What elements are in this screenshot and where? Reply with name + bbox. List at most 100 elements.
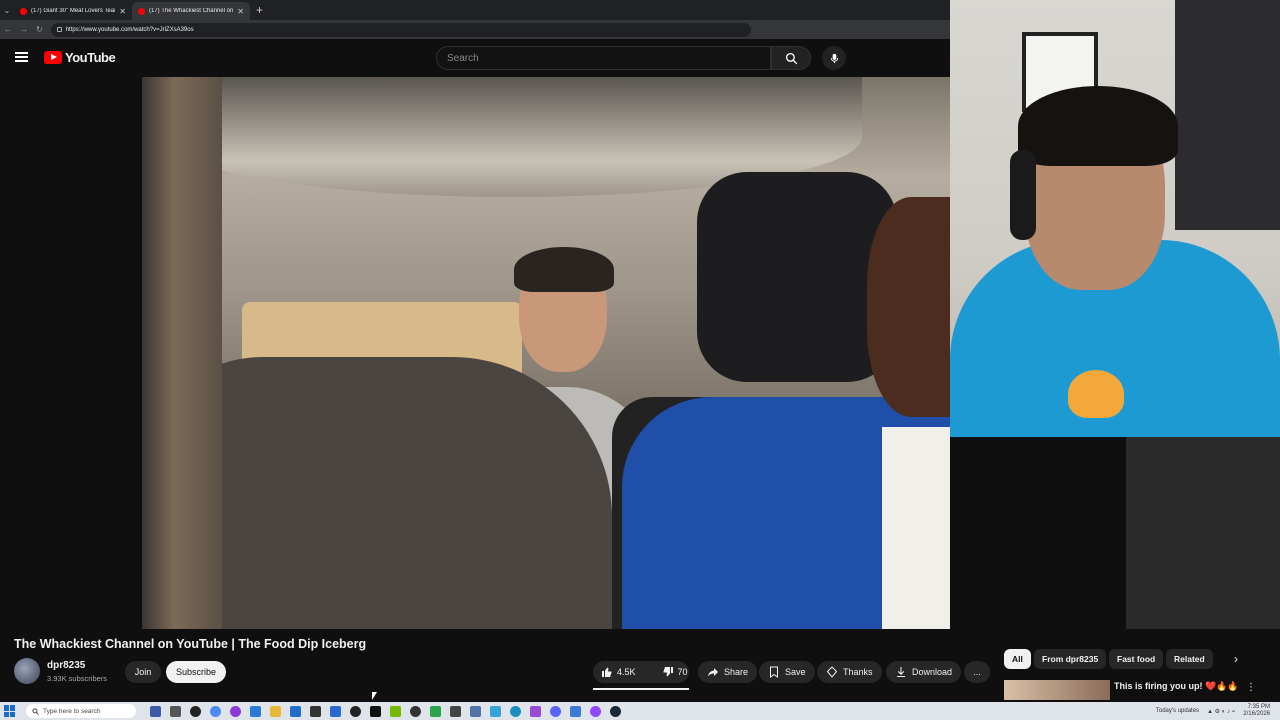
- site-info-icon[interactable]: [56, 27, 62, 32]
- browser-tab-strip: ⌄ (17) Giant 30" Meat Lovers Team C ✕ (1…: [0, 0, 950, 20]
- chevron-right-icon[interactable]: ›: [1234, 652, 1238, 666]
- taskbar-search-input[interactable]: Type here to search: [26, 704, 136, 718]
- dislike-count: 70: [677, 667, 688, 677]
- video-title: The Whackiest Channel on YouTube | The F…: [14, 637, 367, 651]
- edge-icon[interactable]: [290, 705, 301, 717]
- clock[interactable]: 7:35 PM 2/16/2026: [1243, 704, 1270, 718]
- app-icon[interactable]: [190, 705, 201, 717]
- like-dislike-group: 4.5K 70: [593, 661, 689, 683]
- save-icon: [770, 666, 778, 678]
- windows-start-icon[interactable]: [4, 705, 16, 717]
- video-frame-person-hair: [514, 247, 614, 292]
- tray-icons[interactable]: ▲ ⚙ ◐ ♪ ⌁: [1207, 708, 1235, 715]
- youtube-logo[interactable]: YouTube: [44, 50, 116, 65]
- search-button[interactable]: [771, 46, 811, 70]
- like-button[interactable]: 4.5K: [593, 661, 644, 683]
- app-icon[interactable]: [370, 705, 381, 717]
- like-count: 4.5K: [617, 667, 636, 677]
- youtube-header: YouTube Search: [0, 39, 950, 77]
- tab-search-icon[interactable]: ⌄: [0, 6, 14, 15]
- channel-avatar[interactable]: [14, 658, 40, 684]
- chip-from-channel[interactable]: From dpr8235: [1034, 649, 1107, 669]
- chip-related[interactable]: Related: [1166, 649, 1213, 669]
- like-underline: [593, 688, 689, 690]
- app-icon[interactable]: [530, 705, 541, 717]
- new-tab-icon[interactable]: +: [256, 3, 263, 17]
- app-icon[interactable]: [430, 705, 441, 717]
- youtube-play-icon: [44, 51, 62, 64]
- discord-icon[interactable]: [550, 705, 561, 717]
- thanks-icon: [826, 666, 838, 678]
- url-field[interactable]: https://www.youtube.com/watch?v=JrlZXsA3…: [50, 22, 751, 37]
- app-icon[interactable]: [570, 705, 581, 717]
- chrome-icon[interactable]: [210, 705, 221, 717]
- logo-text: YouTube: [65, 50, 116, 65]
- browser-tab-1[interactable]: (17) Giant 30" Meat Lovers Team C ✕: [14, 2, 132, 20]
- share-label: Share: [724, 667, 749, 677]
- video-player[interactable]: [142, 77, 950, 629]
- webcam-overlay: [950, 0, 1280, 437]
- address-bar: ← → ↻ https://www.youtube.com/watch?v=Jr…: [0, 20, 950, 39]
- save-button[interactable]: Save: [759, 661, 815, 683]
- url-text: https://www.youtube.com/watch?v=JrlZXsA3…: [65, 26, 194, 33]
- video-frame-driver-head: [142, 77, 222, 629]
- flag-app-icon[interactable]: [150, 705, 161, 717]
- tab-close-icon[interactable]: ✕: [237, 7, 244, 16]
- chip-fast-food[interactable]: Fast food: [1109, 649, 1164, 669]
- app-icon[interactable]: [470, 705, 481, 717]
- youtube-favicon-icon: [138, 7, 145, 15]
- system-tray: Today's updates ▲ ⚙ ◐ ♪ ⌁ 7:35 PM 2/16/2…: [1156, 702, 1270, 720]
- back-icon[interactable]: ←: [4, 25, 12, 34]
- thanks-label: Thanks: [843, 667, 873, 677]
- download-button[interactable]: Download: [886, 661, 962, 683]
- voice-search-button[interactable]: [822, 46, 846, 70]
- search-input[interactable]: Search: [436, 46, 771, 70]
- shirt-graphic: [1068, 370, 1124, 418]
- webcam-person-hair: [1018, 86, 1178, 166]
- video-frame-person-shirt: [882, 427, 950, 629]
- store-icon[interactable]: [330, 705, 341, 717]
- app-icon[interactable]: [310, 705, 321, 717]
- hamburger-menu-icon[interactable]: [15, 52, 28, 62]
- recommendation-title[interactable]: This is firing you up! ❤️🔥🔥: [1114, 681, 1239, 692]
- app-icon[interactable]: [230, 705, 241, 717]
- tab-title: (17) The Whackiest Channel on: [149, 8, 234, 14]
- recommendation-menu-icon[interactable]: ⋮: [1246, 682, 1256, 693]
- nvidia-icon[interactable]: [390, 705, 401, 717]
- join-button[interactable]: Join: [125, 661, 161, 683]
- channel-name[interactable]: dpr8235: [47, 660, 85, 671]
- microphone-icon: [830, 53, 838, 63]
- reload-icon[interactable]: ↻: [36, 25, 43, 34]
- news-widget[interactable]: Today's updates: [1156, 708, 1199, 714]
- app-icon[interactable]: [450, 705, 461, 717]
- twitch-icon[interactable]: [590, 705, 601, 717]
- tab-close-icon[interactable]: ✕: [119, 7, 126, 16]
- taskbar-apps: [150, 705, 621, 717]
- share-icon: [708, 668, 718, 677]
- download-label: Download: [912, 667, 953, 677]
- file-explorer-icon[interactable]: [270, 705, 281, 717]
- app-icon[interactable]: [490, 705, 501, 717]
- youtube-favicon-icon: [20, 7, 27, 15]
- app-icon[interactable]: [510, 705, 521, 717]
- app-icon[interactable]: [410, 705, 421, 717]
- subscriber-count: 3.93K subscribers: [47, 674, 108, 683]
- more-actions-button[interactable]: ...: [964, 661, 990, 683]
- task-view-icon[interactable]: [170, 705, 181, 717]
- forward-icon[interactable]: →: [20, 25, 28, 34]
- taskbar-search-placeholder: Type here to search: [43, 707, 101, 715]
- app-icon[interactable]: [250, 705, 261, 717]
- recommendation-thumbnail[interactable]: [1004, 680, 1110, 700]
- clock-date: 2/16/2026: [1243, 711, 1270, 717]
- share-button[interactable]: Share: [698, 661, 758, 683]
- thumbs-up-icon: [602, 667, 612, 677]
- thanks-button[interactable]: Thanks: [817, 661, 882, 683]
- chip-all[interactable]: All: [1004, 649, 1031, 669]
- search-icon: [32, 707, 39, 715]
- obs-icon[interactable]: [350, 705, 361, 717]
- steam-icon[interactable]: [610, 705, 621, 717]
- dislike-button[interactable]: 70: [654, 661, 696, 683]
- browser-tab-2[interactable]: (17) The Whackiest Channel on ✕: [132, 2, 250, 20]
- subscribe-button[interactable]: Subscribe: [166, 661, 226, 683]
- webcam-shelf: [1175, 0, 1280, 230]
